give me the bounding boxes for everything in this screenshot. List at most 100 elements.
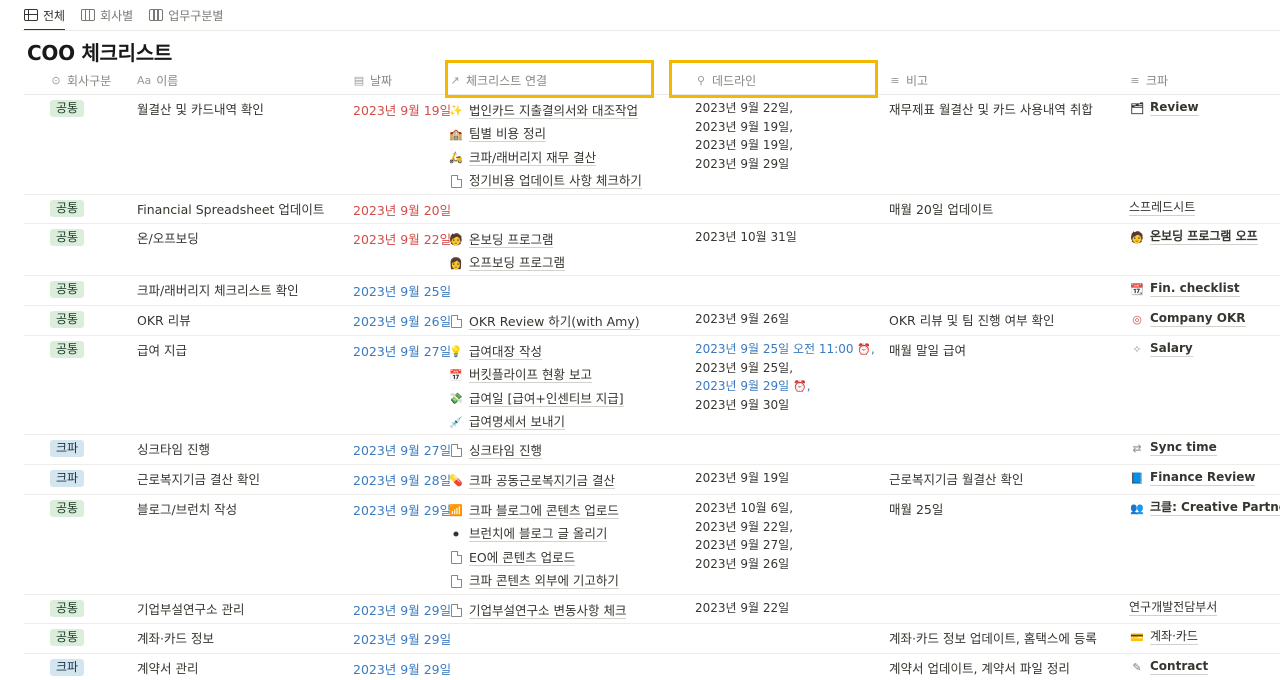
checklist-link[interactable]: 💡 급여대장 작성 [449,340,624,364]
column-header-kp[interactable]: ≡ 크파 [1129,66,1168,94]
checklist-link[interactable]: 📅 버킷플라이프 현황 보고 [449,364,624,388]
kp-link[interactable]: 👥 크클: Creative Partners W [1129,500,1280,516]
row-name[interactable]: 싱크타임 진행 [137,439,210,458]
tab-by-company[interactable]: 회사별 [81,0,133,30]
checklist-link[interactable]: 💸 급여일 [급여+인센티브 지급] [449,387,624,411]
company-tag[interactable]: 공통 [50,281,85,298]
kp-link[interactable]: 📆 Fin. checklist [1129,281,1240,297]
company-tag[interactable]: 크파 [50,659,85,676]
checklist-link[interactable]: 🧑 온보딩 프로그램 [449,228,565,252]
checklist-link[interactable]: EO에 콘텐츠 업로드 [449,546,619,570]
row-name[interactable]: 계약서 관리 [137,658,198,677]
company-tag[interactable]: 공통 [50,100,85,117]
checklist-link[interactable]: 💊 크파 공동근로복지기금 결산 [449,469,615,493]
checklist-link[interactable]: ⚫ 브런치에 블로그 글 올리기 [449,523,619,547]
checklist-link[interactable]: ✨ 법인카드 지출결의서와 대조작업 [449,99,642,123]
company-cell: 공통 [50,629,85,646]
row-note[interactable]: OKR 리뷰 및 팀 진행 여부 확인 [889,310,1055,329]
row-name[interactable]: 근로복지기금 결산 확인 [137,469,260,488]
table-row[interactable]: 공통 온/오프보딩 2023년 9월 22일 🧑 온보딩 프로그램 👩 오프보딩 프… [24,224,1280,276]
kp-link[interactable]: 📘 Finance Review [1129,470,1256,486]
checklist-link[interactable]: 💉 급여명세서 보내기 [449,411,624,435]
company-tag[interactable]: 공통 [50,500,85,517]
row-note[interactable]: 계좌·카드 정보 업데이트, 홈택스에 등록 [889,628,1097,647]
column-header-deadline[interactable]: ⚲ 데드라인 [695,66,756,94]
row-note[interactable]: 근로복지기금 월결산 확인 [889,469,1023,488]
kp-link[interactable]: 스프레드시트 [1129,200,1196,216]
row-note[interactable]: 매월 20일 업데이트 [889,199,993,218]
column-header-note[interactable]: ≡ 비고 [889,66,928,94]
row-note[interactable]: 계약서 업데이트, 계약서 파일 정리 [889,658,1070,677]
row-date[interactable]: 2023년 9월 27일 [353,440,451,459]
row-note[interactable]: 재무제표 월결산 및 카드 사용내역 취합 [889,99,1093,118]
company-tag[interactable]: 공통 [50,600,85,617]
row-date[interactable]: 2023년 9월 22일 [353,229,451,248]
table-row[interactable]: 공통 Financial Spreadsheet 업데이트 2023년 9월 2… [24,195,1280,224]
column-label: 체크리스트 연결 [466,73,548,88]
checklist-link[interactable]: 🛵 크파/래버리지 재무 결산 [449,146,642,170]
table-row[interactable]: 공통 월결산 및 카드내역 확인 2023년 9월 19일 ✨ 법인카드 지출결의… [24,95,1280,195]
column-header-date[interactable]: ▤ 날짜 [353,66,392,94]
checklist-link[interactable]: 크파 콘텐츠 외부에 기고하기 [449,570,619,594]
table-row[interactable]: 공통 기업부설연구소 관리 2023년 9월 29일 기업부설연구소 변동사항 … [24,595,1280,624]
checklist-link[interactable]: 🏫 팀별 비용 정리 [449,123,642,147]
table-row[interactable]: 공통 계좌·카드 정보 2023년 9월 29일 계좌·카드 정보 업데이트, … [24,624,1280,654]
company-tag[interactable]: 공통 [50,229,85,246]
checklist-link[interactable]: OKR Review 하기(with Amy) [449,310,640,334]
column-header-company[interactable]: ⊙ 회사구분 [50,66,111,94]
column-header-name[interactable]: Aa 이름 [137,66,178,94]
table-row[interactable]: 크파 근로복지기금 결산 확인 2023년 9월 28일 💊 크파 공동근로복지기… [24,465,1280,495]
company-tag[interactable]: 공통 [50,341,85,358]
kp-link[interactable]: ⇄ Sync time [1129,440,1217,456]
row-date[interactable]: 2023년 9월 26일 [353,311,451,330]
kp-link[interactable]: ✎ Contract [1129,659,1209,675]
column-header-checklist[interactable]: ↗ 체크리스트 연결 [449,66,547,94]
kp-link[interactable]: 🧑 온보딩 프로그램 오프 [1129,229,1258,245]
row-name[interactable]: 계좌·카드 정보 [137,628,214,647]
company-tag[interactable]: 크파 [50,440,85,457]
row-name[interactable]: OKR 리뷰 [137,310,191,329]
row-date[interactable]: 2023년 9월 27일 [353,341,451,360]
row-note[interactable]: 매월 말일 급여 [889,340,966,359]
company-tag[interactable]: 공통 [50,200,85,217]
table-row[interactable]: 공통 OKR 리뷰 2023년 9월 26일 OKR Review 하기(wit… [24,306,1280,336]
checklist-link[interactable]: 👩 오프보딩 프로그램 [449,252,565,276]
row-name[interactable]: 크파/래버리지 체크리스트 확인 [137,280,299,299]
table-row[interactable]: 공통 블로그/브런치 작성 2023년 9월 29일 📶 크파 블로그에 콘텐츠 … [24,495,1280,595]
checklist-link[interactable]: 정기비용 업데이트 사항 체크하기 [449,170,642,194]
table-row[interactable]: 공통 급여 지급 2023년 9월 27일 💡 급여대장 작성 📅 버킷플라이프 현… [24,336,1280,435]
tab-all[interactable]: 전체 [24,0,66,31]
checklist-link[interactable]: 기업부설연구소 변동사항 체크 [449,599,627,623]
kp-link[interactable]: ◎ Company OKR [1129,311,1246,327]
tab-by-task-type[interactable]: 업무구분별 [149,0,223,30]
company-tag[interactable]: 공통 [50,629,85,646]
row-name[interactable]: 기업부설연구소 관리 [137,599,244,618]
checklist-link[interactable]: 📶 크파 블로그에 콘텐츠 업로드 [449,499,619,523]
table-row[interactable]: 크파 싱크타임 진행 2023년 9월 27일 싱크타임 진행 ⇄ Sync ti… [24,435,1280,465]
kp-link[interactable]: ✧ Salary [1129,341,1193,357]
bulb-icon: 💡 [449,345,463,359]
kp-link[interactable]: 연구개발전담부서 [1129,600,1218,616]
checklist-link[interactable]: 싱크타임 진행 [449,439,542,463]
row-name[interactable]: Financial Spreadsheet 업데이트 [137,199,324,218]
row-date[interactable]: 2023년 9월 25일 [353,281,451,300]
row-name[interactable]: 온/오프보딩 [137,228,199,247]
row-name[interactable]: 월결산 및 카드내역 확인 [137,99,264,118]
table-row[interactable]: 크파 계약서 관리 2023년 9월 29일 계약서 업데이트, 계약서 파일 … [24,654,1280,680]
row-date[interactable]: 2023년 9월 29일 [353,629,451,648]
row-name[interactable]: 급여 지급 [137,340,187,359]
kp-cell: 스프레드시트 [1129,200,1196,216]
row-date[interactable]: 2023년 9월 29일 [353,600,451,619]
company-tag[interactable]: 공통 [50,311,85,328]
row-date[interactable]: 2023년 9월 19일 [353,100,451,119]
kp-link[interactable]: 🗂 Review [1129,100,1199,116]
row-name[interactable]: 블로그/브런치 작성 [137,499,237,518]
company-tag[interactable]: 크파 [50,470,85,487]
row-date[interactable]: 2023년 9월 29일 [353,659,451,678]
row-date[interactable]: 2023년 9월 28일 [353,470,451,489]
row-date[interactable]: 2023년 9월 29일 [353,500,451,519]
row-date[interactable]: 2023년 9월 20일 [353,200,451,219]
row-note[interactable]: 매월 25일 [889,499,943,518]
table-row[interactable]: 공통 크파/래버리지 체크리스트 확인 2023년 9월 25일 📆 Fin. c… [24,276,1280,306]
kp-link[interactable]: 💳 계좌·카드 [1129,629,1198,645]
